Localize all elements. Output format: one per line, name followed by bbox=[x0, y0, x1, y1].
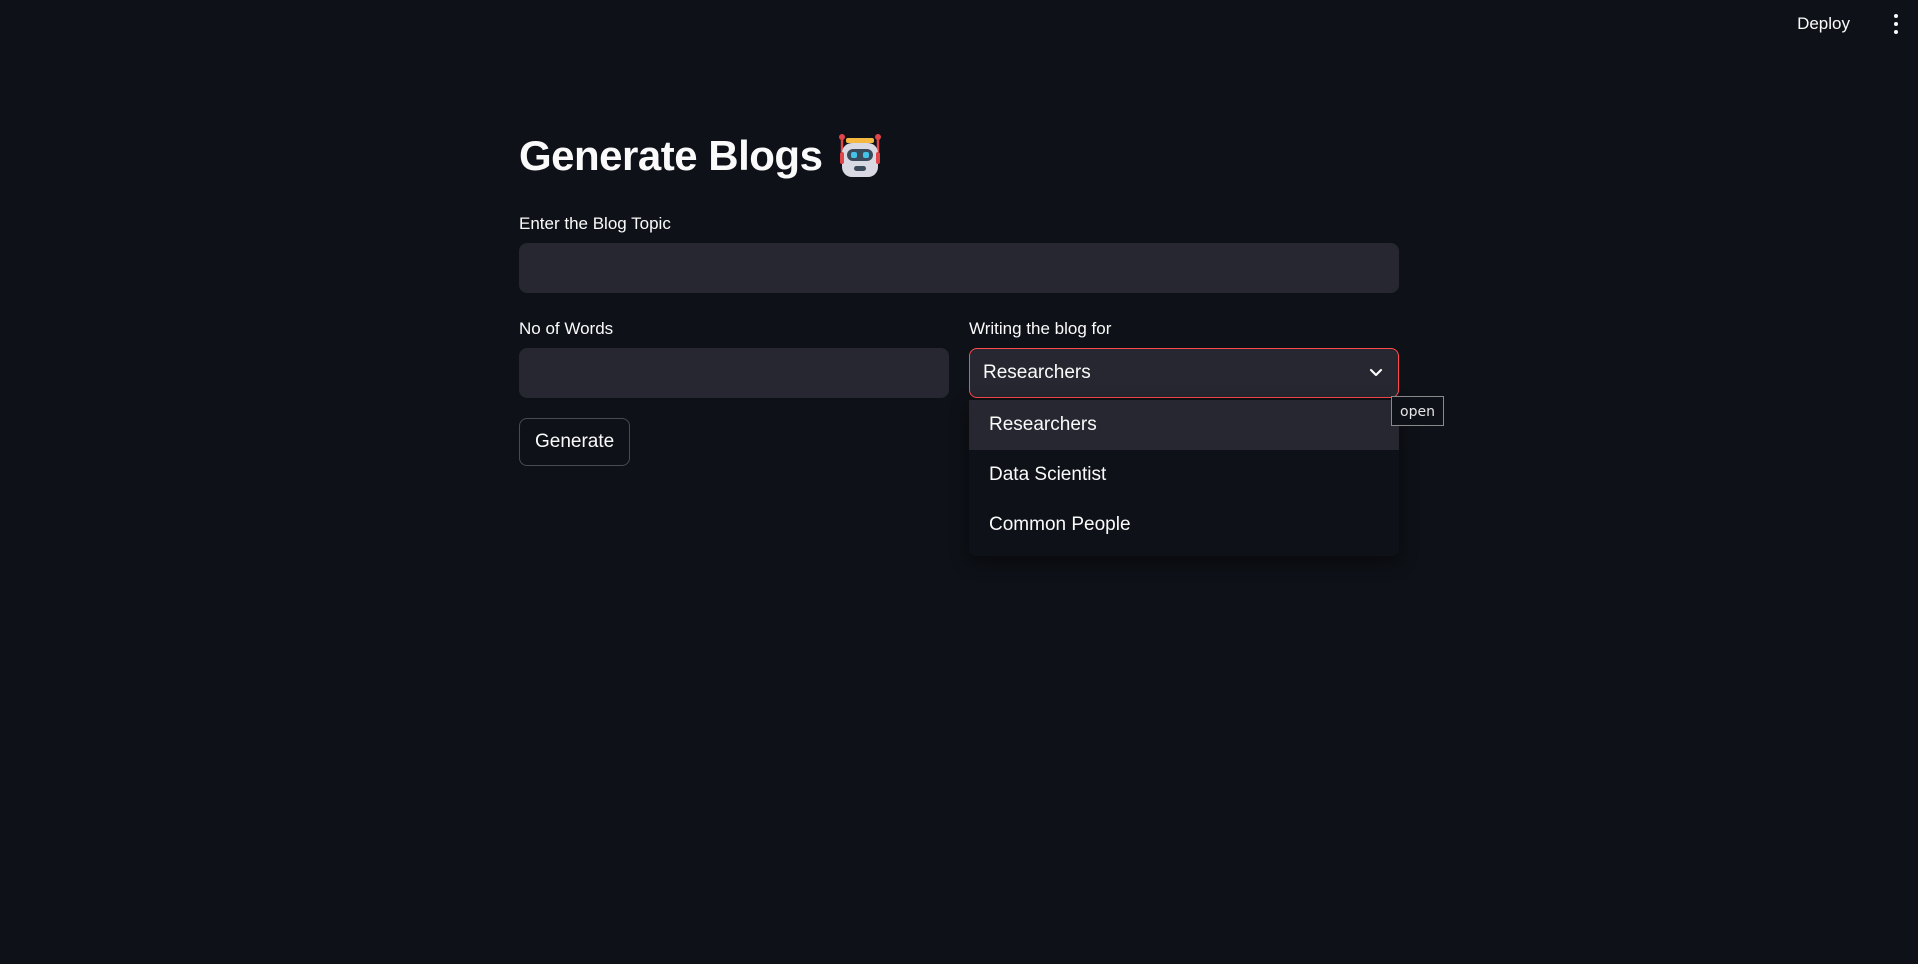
top-toolbar: Deploy bbox=[0, 0, 1918, 48]
audience-label: Writing the blog for bbox=[969, 319, 1112, 338]
open-tooltip: open bbox=[1391, 396, 1444, 426]
generate-button[interactable]: Generate bbox=[519, 418, 631, 466]
audience-select[interactable]: Researchers bbox=[969, 348, 1399, 398]
words-label: No of Words bbox=[519, 319, 614, 338]
topic-label: Enter the Blog Topic bbox=[519, 214, 671, 233]
audience-dropdown-menu: Researchers Data Scientist Common People bbox=[969, 400, 1399, 556]
page-title-text: Generate Blogs bbox=[519, 132, 823, 179]
dropdown-option-common-people[interactable]: Common People bbox=[969, 500, 1399, 550]
chevron-down-icon[interactable] bbox=[1368, 366, 1384, 380]
robot-icon bbox=[839, 134, 882, 177]
kebab-menu-icon[interactable] bbox=[1892, 14, 1900, 34]
audience-selected-value: Researchers bbox=[983, 362, 1091, 383]
topic-input[interactable] bbox=[519, 243, 1399, 293]
dropdown-option-researchers[interactable]: Researchers bbox=[969, 400, 1399, 450]
words-input[interactable] bbox=[519, 348, 949, 398]
deploy-button[interactable]: Deploy bbox=[1793, 12, 1854, 36]
dropdown-option-data-scientist[interactable]: Data Scientist bbox=[969, 450, 1399, 500]
page-title: Generate Blogs bbox=[519, 132, 884, 180]
